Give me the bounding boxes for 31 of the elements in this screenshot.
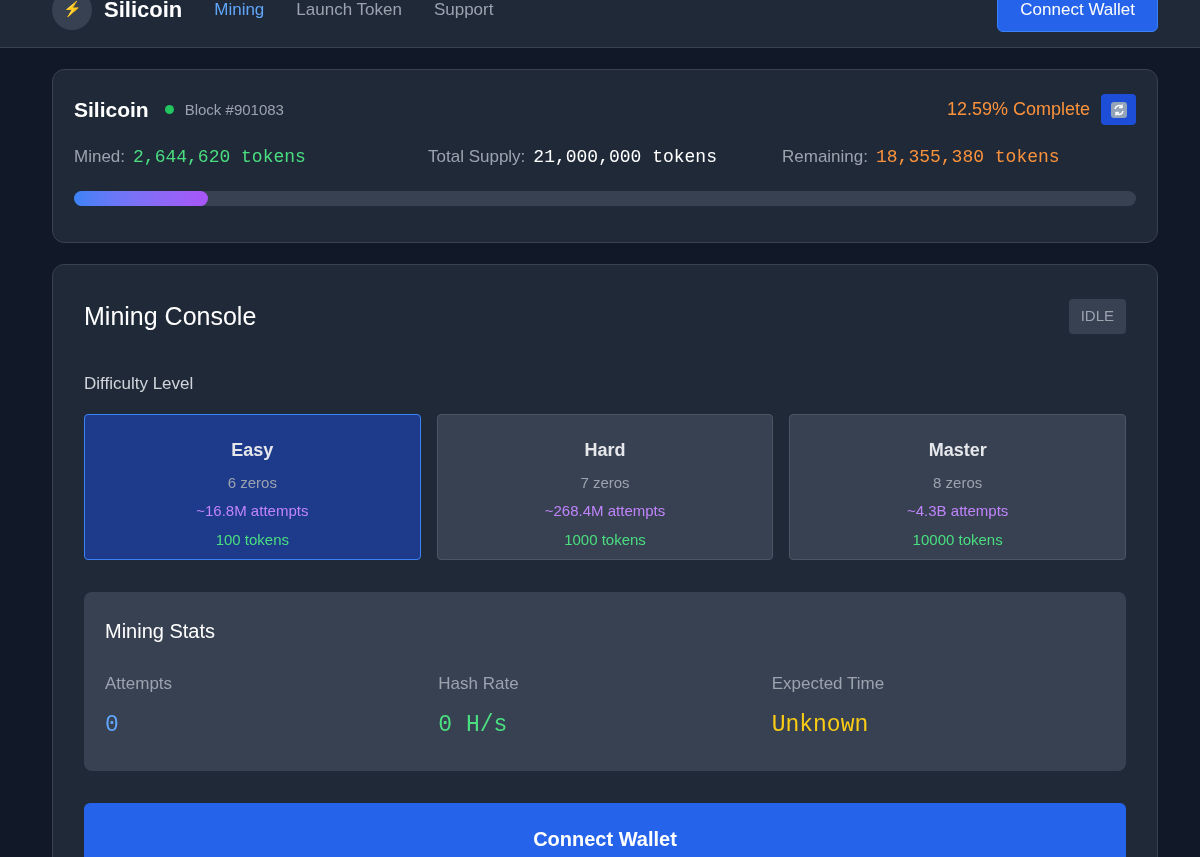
stat-label: Hash Rate [438,672,520,695]
status-badge: IDLE [1068,299,1126,334]
refresh-icon [1110,101,1127,118]
stat-label: Attempts [105,672,174,695]
refresh-button[interactable] [1101,94,1136,126]
stat-value: Unknown [771,711,870,740]
stat-label: Expected Time [771,672,886,695]
difficulty-option[interactable]: Easy 6 zeros ~16.8M attempts 100 tokens [84,413,421,560]
completion-text: 12.59% Complete [946,98,1090,122]
console-title: Mining Console [84,300,257,332]
block-number: Block #901083 [184,99,284,120]
stats-title: Mining Stats [105,618,217,644]
nav-link[interactable]: Mining [214,0,265,23]
stat-value: 18,355,380 tokens [876,145,1060,169]
nav-link[interactable]: Support [433,0,494,23]
brand-name: Silicoin [104,0,183,24]
difficulty-option[interactable]: Master 8 zeros ~4.3B attempts 10000 tokens [789,413,1126,560]
connect-wallet-button[interactable]: Connect Wallet [997,0,1158,32]
stat-label: Remaining: [782,145,868,168]
stat-label: Total Supply: [428,145,526,168]
logo-icon: ⚡ [52,0,92,30]
connect-wallet-button[interactable]: Connect Wallet [84,802,1126,857]
difficulty-label: Difficulty Level [84,373,195,395]
stat-value: 21,000,000 tokens [533,145,717,169]
stat-value: 0 H/s [438,711,509,740]
coin-title: Silicoin [74,97,149,123]
difficulty-option[interactable]: Hard 7 zeros ~268.4M attempts 1000 tokens [436,413,774,560]
nav-link[interactable]: Launch Token [296,0,402,23]
stat-value: 0 [105,711,120,740]
stat-label: Mined: [74,145,126,168]
stat-value: 2,644,620 tokens [133,145,306,169]
